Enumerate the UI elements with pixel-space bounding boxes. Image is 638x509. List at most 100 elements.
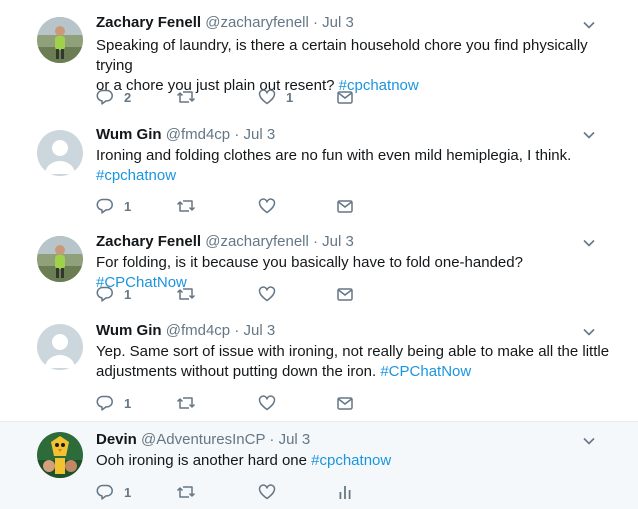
reply-button[interactable]: 1 [96, 284, 131, 304]
author-handle[interactable]: @zacharyfenell [205, 14, 309, 31]
reply-button[interactable]: 2 [96, 87, 131, 107]
hashtag-link[interactable]: #cpchatnow [311, 452, 391, 469]
like-button[interactable] [258, 393, 276, 413]
reply-count: 1 [124, 198, 132, 214]
retweet-button[interactable] [176, 284, 196, 304]
avatar[interactable] [37, 236, 83, 282]
tweet-header: Wum Gin @fmd4cp · Jul 3 [96, 125, 275, 145]
reply-button[interactable]: 1 [96, 196, 131, 216]
retweet-icon [176, 197, 196, 215]
hashtag-link[interactable]: #CPChatNow [380, 363, 471, 380]
separator-dot: · [234, 126, 240, 143]
tweet-text-line: Speaking of laundry, is there a certain … [96, 37, 588, 74]
analytics-button[interactable] [336, 482, 354, 502]
direct-message-button[interactable] [336, 196, 354, 216]
author-name[interactable]: Wum Gin [96, 322, 162, 339]
tweet-text-segment: For folding, is it because you basically… [96, 254, 523, 271]
reply-count: 1 [124, 484, 132, 500]
like-icon [258, 285, 276, 303]
reply-count: 2 [124, 89, 132, 105]
tweet-text: Yep. Same sort of issue with ironing, no… [96, 342, 616, 382]
hashtag-link[interactable]: #cpchatnow [96, 167, 176, 184]
tweet-text-line: adjustments without putting down the iro… [96, 362, 616, 382]
avatar[interactable] [37, 324, 83, 370]
tweet-text-line: Yep. Same sort of issue with ironing, no… [96, 343, 610, 360]
direct-message-icon [336, 394, 354, 412]
retweet-icon [176, 394, 196, 412]
author-handle[interactable]: @zacharyfenell [205, 233, 309, 250]
tweet[interactable]: Devin @AdventuresInCP · Jul 3 Ooh ironin… [0, 422, 638, 509]
avatar[interactable] [37, 130, 83, 176]
like-icon [258, 88, 276, 106]
retweet-button[interactable] [176, 196, 196, 216]
separator-dot: · [269, 431, 275, 448]
tweet-text-line: Ooh ironing is another hard one #cpchatn… [96, 451, 616, 471]
tweet[interactable]: Wum Gin @fmd4cp · Jul 3 Yep. Same sort o… [0, 314, 638, 422]
avatar[interactable] [37, 432, 83, 478]
tweet-actions: 1 [96, 284, 396, 304]
reply-icon [96, 197, 114, 215]
caret-down-icon[interactable] [582, 434, 596, 448]
separator-dot: · [313, 14, 318, 31]
tweet-header: Zachary Fenell @zacharyfenell · Jul 3 [96, 232, 354, 252]
tweet-text-line: Ironing and folding clothes are no fun w… [96, 147, 572, 164]
tweet-header: Zachary Fenell @zacharyfenell · Jul 3 [96, 13, 354, 33]
tweet[interactable]: Zachary Fenell @zacharyfenell · Jul 3 Fo… [0, 226, 638, 314]
caret-down-icon[interactable] [582, 18, 596, 32]
author-name[interactable]: Zachary Fenell [96, 233, 201, 250]
like-icon [258, 394, 276, 412]
retweet-icon [176, 88, 196, 106]
reply-icon [96, 394, 114, 412]
reply-button[interactable]: 1 [96, 482, 131, 502]
tweet[interactable]: Zachary Fenell @zacharyfenell · Jul 3 Sp… [0, 0, 638, 116]
reply-icon [96, 483, 114, 501]
tweet-date[interactable]: Jul 3 [244, 126, 276, 143]
like-button[interactable]: 1 [258, 87, 293, 107]
like-count: 1 [286, 89, 294, 105]
tweet-text-line: #cpchatnow [96, 166, 616, 186]
separator-dot: · [313, 233, 318, 250]
like-button[interactable] [258, 284, 276, 304]
tweet-date[interactable]: Jul 3 [244, 322, 276, 339]
direct-message-icon [336, 197, 354, 215]
tweet-actions: 1 [96, 196, 396, 216]
tweet-actions: 1 [96, 482, 396, 502]
like-button[interactable] [258, 196, 276, 216]
caret-down-icon[interactable] [582, 325, 596, 339]
author-name[interactable]: Zachary Fenell [96, 14, 201, 31]
author-handle[interactable]: @AdventuresInCP [141, 431, 265, 448]
caret-down-icon[interactable] [582, 236, 596, 250]
retweet-button[interactable] [176, 393, 196, 413]
tweet-text: Ironing and folding clothes are no fun w… [96, 146, 616, 186]
author-handle[interactable]: @fmd4cp [166, 126, 230, 143]
reply-icon [96, 88, 114, 106]
caret-down-icon[interactable] [582, 128, 596, 142]
tweet-text: Ooh ironing is another hard one #cpchatn… [96, 451, 616, 471]
retweet-button[interactable] [176, 87, 196, 107]
retweet-button[interactable] [176, 482, 196, 502]
tweet-actions: 2 1 [96, 87, 396, 107]
direct-message-button[interactable] [336, 284, 354, 304]
tweet-date[interactable]: Jul 3 [279, 431, 311, 448]
direct-message-button[interactable] [336, 393, 354, 413]
tweet-text-segment: Ooh ironing is another hard one [96, 452, 312, 469]
conversation-thread: Zachary Fenell @zacharyfenell · Jul 3 Sp… [0, 0, 638, 509]
tweet-date[interactable]: Jul 3 [322, 233, 354, 250]
avatar[interactable] [37, 17, 83, 63]
reply-count: 1 [124, 395, 132, 411]
reply-button[interactable]: 1 [96, 393, 131, 413]
separator-dot: · [234, 322, 240, 339]
direct-message-icon [336, 285, 354, 303]
author-name[interactable]: Wum Gin [96, 126, 162, 143]
author-name[interactable]: Devin [96, 431, 137, 448]
direct-message-button[interactable] [336, 87, 354, 107]
like-icon [258, 197, 276, 215]
like-button[interactable] [258, 482, 276, 502]
tweet-text-segment: adjustments without putting down the iro… [96, 363, 381, 380]
retweet-icon [176, 483, 196, 501]
tweet[interactable]: Wum Gin @fmd4cp · Jul 3 Ironing and fold… [0, 116, 638, 226]
tweet-actions: 1 [96, 393, 396, 413]
tweet-date[interactable]: Jul 3 [322, 14, 354, 31]
reply-count: 1 [124, 286, 132, 302]
author-handle[interactable]: @fmd4cp [166, 322, 230, 339]
